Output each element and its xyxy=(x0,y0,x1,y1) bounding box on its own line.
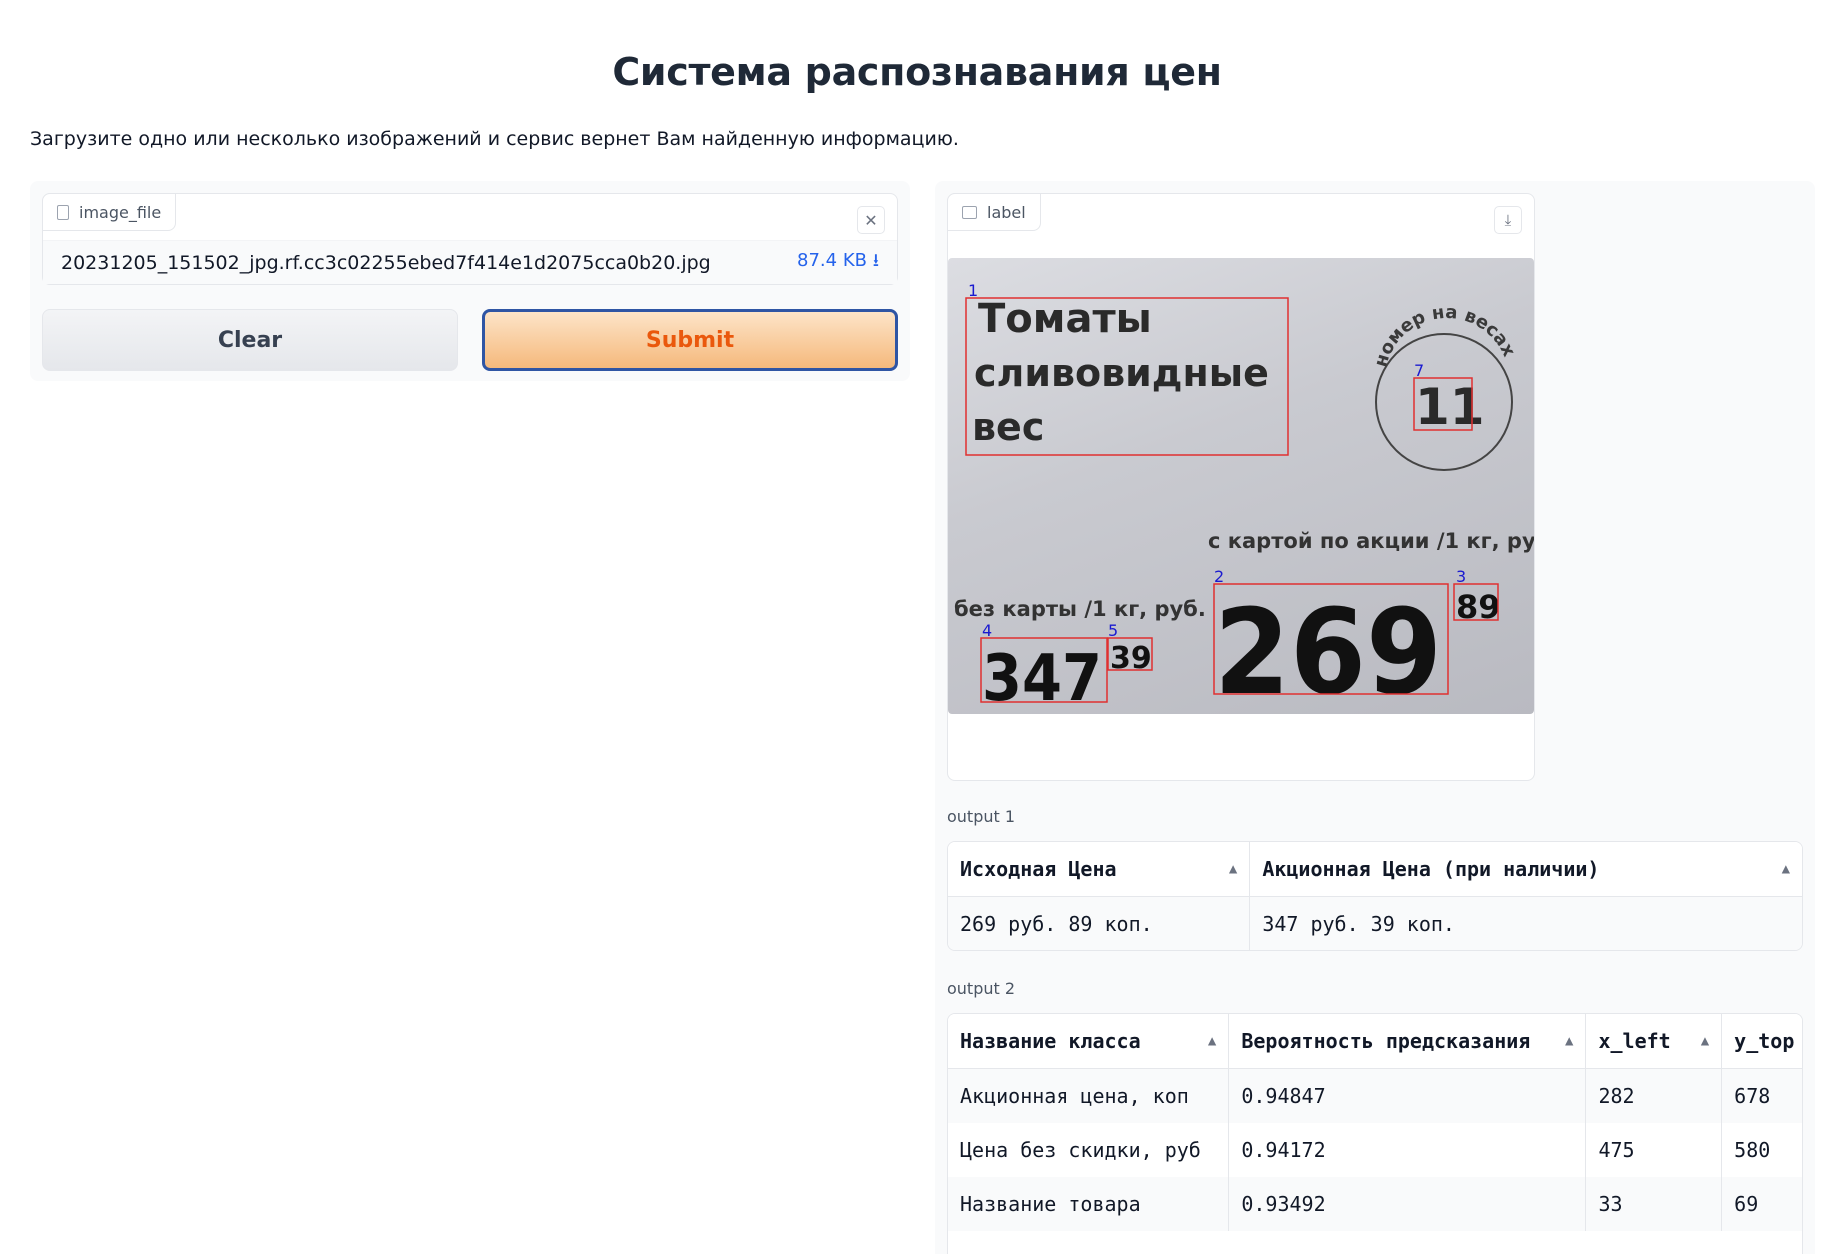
page-title: Система распознавания цен xyxy=(612,50,1222,94)
table-row: Акционная цена, коп 0.94847 282 678 xyxy=(948,1069,1802,1123)
table-cell[interactable]: 0.94847 xyxy=(1229,1069,1587,1123)
sort-icon[interactable]: ▲ xyxy=(1208,1033,1216,1049)
submit-button[interactable]: Submit xyxy=(482,309,898,371)
column-header[interactable]: y_top xyxy=(1722,1014,1802,1069)
table-cell[interactable]: Название товара xyxy=(948,1177,1230,1231)
download-icon: ⤓ xyxy=(1504,211,1512,229)
uploaded-file-row: 20231205_151502_jpg.rf.cc3c02255ebed7f41… xyxy=(43,240,897,284)
file-icon xyxy=(57,204,69,220)
output-2-label: output 2 xyxy=(947,979,1016,998)
table-cell[interactable]: Цена без скидки, руб xyxy=(948,1123,1230,1177)
table-cell[interactable]: 580 xyxy=(1722,1123,1802,1177)
table-cell[interactable]: 347 руб. 39 коп. xyxy=(1250,897,1802,950)
table-cell[interactable]: 269 руб. 89 коп. xyxy=(948,897,1251,950)
table-cell[interactable]: 678 xyxy=(1722,1069,1802,1123)
box-id-4: 4 xyxy=(982,621,992,640)
table-cell[interactable]: 0.94172 xyxy=(1229,1123,1587,1177)
image-file-label: image_file xyxy=(42,193,177,231)
product-line-2: сливовидные xyxy=(974,351,1269,395)
box-id-3: 3 xyxy=(1456,567,1466,586)
output-image-label: label xyxy=(947,193,1041,231)
image-file-label-text: image_file xyxy=(79,202,162,222)
annotated-price-tag-image: Томаты сливовидные вес 1 номер на весах … xyxy=(948,258,1534,714)
box-id-1: 1 xyxy=(968,281,978,300)
product-line-1: Томаты xyxy=(978,296,1152,342)
remove-file-button[interactable]: ✕ xyxy=(857,206,885,234)
output-image-label-text: label xyxy=(987,202,1026,222)
table-header-row: Название класса ▲ Вероятность предсказани… xyxy=(948,1014,1802,1069)
column-header[interactable]: Исходная Цена ▲ xyxy=(948,842,1251,897)
close-icon: ✕ xyxy=(864,210,878,230)
image-icon xyxy=(962,205,977,219)
file-name: 20231205_151502_jpg.rf.cc3c02255ebed7f41… xyxy=(61,251,711,274)
output-2-table: Название класса ▲ Вероятность предсказани… xyxy=(947,1013,1803,1254)
column-header[interactable]: Акционная Цена (при наличии) ▲ xyxy=(1250,842,1802,897)
table-header-row: Исходная Цена ▲ Акционная Цена (при налич… xyxy=(948,842,1802,897)
product-line-3: вес xyxy=(972,405,1044,449)
table-cell[interactable]: 282 xyxy=(1586,1069,1723,1123)
page-subtitle: Загрузите одно или несколько изображений… xyxy=(30,128,959,150)
input-panel: image_file ✕ 20231205_151502_jpg.rf.cc3c… xyxy=(30,181,910,381)
download-button[interactable]: ⤓ xyxy=(1494,206,1522,234)
file-size-download-link[interactable]: 87.4 KB ⭳ xyxy=(797,248,879,278)
table-cell[interactable]: 475 xyxy=(1586,1123,1723,1177)
sort-icon[interactable]: ▲ xyxy=(1565,1033,1573,1049)
column-header[interactable]: Название класса ▲ xyxy=(948,1014,1230,1069)
column-header[interactable]: x_left ▲ xyxy=(1586,1014,1723,1069)
sort-icon[interactable]: ▲ xyxy=(1229,861,1237,877)
table-row: Цена без скидки, руб 0.94172 475 580 xyxy=(948,1123,1802,1177)
output-1-table: Исходная Цена ▲ Акционная Цена (при налич… xyxy=(947,841,1803,951)
sort-icon[interactable]: ▲ xyxy=(1782,861,1790,877)
promo-caption: с картой по акции /1 кг, руб. xyxy=(1208,529,1534,553)
box-id-7: 7 xyxy=(1414,361,1424,380)
output-1-label: output 1 xyxy=(947,807,1016,826)
box-id-5: 5 xyxy=(1108,621,1118,640)
file-upload[interactable]: image_file ✕ 20231205_151502_jpg.rf.cc3c… xyxy=(42,193,898,285)
table-cell[interactable]: 0.93492 xyxy=(1229,1177,1587,1231)
table-cell[interactable]: 69 xyxy=(1722,1177,1802,1231)
output-panel: label ⤓ Томаты сливовидные вес 1 номер н… xyxy=(935,181,1815,1254)
output-image-box: label ⤓ Томаты сливовидные вес 1 номер н… xyxy=(947,193,1535,781)
table-row: Название товара 0.93492 33 69 xyxy=(948,1177,1802,1231)
sort-icon[interactable]: ▲ xyxy=(1701,1033,1709,1049)
table-cell[interactable]: Акционная цена, коп xyxy=(948,1069,1230,1123)
scale-number: 11 xyxy=(1415,378,1485,436)
box-id-2: 2 xyxy=(1214,567,1224,586)
column-header[interactable]: Вероятность предсказания ▲ xyxy=(1229,1014,1587,1069)
price-tag-drawing: Томаты сливовидные вес 1 номер на весах … xyxy=(954,281,1534,714)
regular-price-rub: 347 xyxy=(982,642,1102,714)
clear-button[interactable]: Clear xyxy=(42,309,458,371)
regular-caption: без карты /1 кг, руб. xyxy=(954,597,1206,621)
table-row: 269 руб. 89 коп. 347 руб. 39 коп. xyxy=(948,897,1802,950)
table-cell[interactable]: 33 xyxy=(1586,1177,1723,1231)
